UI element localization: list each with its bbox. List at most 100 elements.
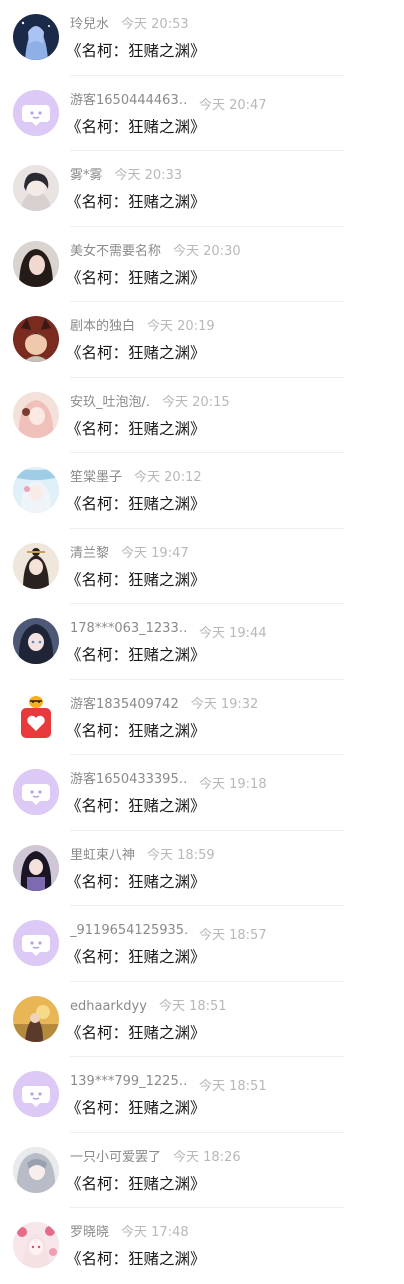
comment-text: 《名柯：狂赌之渊》: [66, 797, 206, 815]
timestamp: 今天 20:47: [199, 97, 267, 113]
username[interactable]: 清兰黎: [70, 546, 109, 562]
comment-text: 《名柯：狂赌之渊》: [66, 1250, 206, 1268]
username[interactable]: 游客1835409742: [70, 697, 179, 713]
username[interactable]: 雾*雾: [70, 168, 103, 184]
timestamp: 今天 17:48: [121, 1225, 189, 1240]
username[interactable]: 178***063_1233…: [70, 621, 187, 637]
comment-text: 《名柯：狂赌之渊》: [66, 721, 206, 740]
comment-row[interactable]: 一只小可爱罢了 今天 18:26 《名柯：狂赌之渊》: [0, 1133, 404, 1208]
dark-hair-anime-avatar[interactable]: [13, 618, 59, 664]
timestamp: 今天 18:51: [199, 1079, 267, 1094]
comment-meta: 清兰黎 今天 19:47: [70, 546, 394, 562]
comment-text: 《名柯：狂赌之渊》: [66, 268, 206, 287]
comment-row[interactable]: 笙棠墨子 今天 20:12 《名柯：狂赌之渊》: [0, 453, 404, 529]
username[interactable]: _9119654125935…: [70, 923, 187, 939]
flower-girl-avatar[interactable]: [13, 1222, 59, 1268]
timestamp: 今天 19:47: [121, 545, 189, 561]
comment-row[interactable]: 178***063_1233… 今天 19:44 《名柯：狂赌之渊》: [0, 604, 404, 680]
timestamp: 今天 18:26: [173, 1149, 241, 1165]
timestamp: 今天 19:18: [199, 777, 267, 792]
timestamp: 今天 20:15: [162, 394, 230, 410]
timestamp: 今天 20:53: [121, 17, 189, 32]
guest-chat-bubble-avatar[interactable]: [13, 1071, 59, 1117]
comment-row[interactable]: 美女不需要名称 今天 20:30 《名柯：狂赌之渊》: [0, 227, 404, 302]
comment-meta: 一只小可爱罢了 今天 18:26: [70, 1150, 394, 1166]
username[interactable]: 139***799_1225…: [70, 1074, 187, 1090]
comment-meta: 游客1835409742 今天 19:32: [70, 697, 394, 713]
username[interactable]: 游客1650444463…: [70, 93, 187, 109]
timestamp: 今天 20:12: [134, 470, 202, 485]
comment-text: 《名柯：狂赌之渊》: [66, 419, 206, 438]
timestamp: 今天 20:30: [173, 243, 241, 259]
username[interactable]: 里虹束八神: [70, 848, 135, 864]
comment-text: 《名柯：狂赌之渊》: [66, 948, 206, 966]
anime-girl-blue-avatar[interactable]: [13, 14, 59, 60]
comment-row[interactable]: _9119654125935… 今天 18:57 《名柯：狂赌之渊》: [0, 906, 404, 982]
username[interactable]: edhaarkdyy: [70, 999, 147, 1015]
username[interactable]: 一只小可爱罢了: [70, 1150, 161, 1166]
comment-meta: 178***063_1233… 今天 19:44: [70, 621, 394, 642]
ancient-style-girl-avatar[interactable]: [13, 542, 59, 589]
timestamp: 今天 18:57: [199, 928, 267, 943]
comment-meta: 玲兒水 今天 20:53: [70, 17, 394, 33]
girl-photo-avatar[interactable]: [13, 240, 59, 287]
comment-meta: _9119654125935… 今天 18:57: [70, 923, 394, 944]
comment-meta: 安玖_吐泡泡/. 今天 20:15: [70, 395, 394, 411]
comment-row[interactable]: 里虹束八神 今天 18:59 《名柯：狂赌之渊》: [0, 831, 404, 906]
guest-chat-bubble-avatar[interactable]: [13, 769, 59, 815]
bee-heart-avatar[interactable]: [13, 694, 59, 740]
comment-text: 《名柯：狂赌之渊》: [66, 1174, 206, 1193]
comment-meta: 雾*雾 今天 20:33: [70, 168, 394, 184]
comment-text: 《名柯：狂赌之渊》: [66, 42, 206, 60]
guest-chat-bubble-avatar[interactable]: [13, 920, 59, 966]
username[interactable]: 安玖_吐泡泡/.: [70, 395, 150, 411]
timestamp: 今天 19:32: [190, 696, 259, 712]
timestamp: 今天 20:19: [147, 319, 215, 334]
username[interactable]: 玲兒水: [70, 17, 109, 33]
anime-boy-avatar[interactable]: [13, 165, 59, 211]
sunset-girl-avatar[interactable]: [13, 995, 59, 1042]
username[interactable]: 笙棠墨子: [70, 470, 122, 486]
comment-row[interactable]: 安玖_吐泡泡/. 今天 20:15 《名柯：狂赌之渊》: [0, 378, 404, 453]
timestamp: 今天 19:44: [199, 626, 267, 641]
comment-row[interactable]: 玲兒水 今天 20:53 《名柯：狂赌之渊》: [0, 0, 404, 76]
comment-row[interactable]: 游客1835409742 今天 19:32 《名柯：狂赌之渊》: [0, 680, 404, 755]
guest-chat-bubble-avatar[interactable]: [13, 89, 59, 136]
comment-text: 《名柯：狂赌之渊》: [66, 117, 206, 136]
comment-row[interactable]: 139***799_1225… 今天 18:51 《名柯：狂赌之渊》: [0, 1057, 404, 1133]
username[interactable]: 剧本的独白: [70, 319, 135, 335]
comment-meta: 139***799_1225… 今天 18:51: [70, 1074, 394, 1095]
white-hair-girl-avatar[interactable]: [13, 467, 59, 513]
comment-meta: 里虹束八神 今天 18:59: [70, 848, 394, 864]
comment-text: 《名柯：狂赌之渊》: [66, 1099, 206, 1117]
comment-text: 《名柯：狂赌之渊》: [66, 872, 206, 891]
comment-row[interactable]: 游客1650433395… 今天 19:18 《名柯：狂赌之渊》: [0, 755, 404, 831]
pink-hair-avatar[interactable]: [13, 391, 59, 438]
comment-text: 《名柯：狂赌之渊》: [66, 344, 206, 362]
cat-ears-avatar[interactable]: [13, 316, 59, 362]
username[interactable]: 罗晓晓: [70, 1225, 109, 1241]
comment-row[interactable]: 雾*雾 今天 20:33 《名柯：狂赌之渊》: [0, 151, 404, 227]
comment-meta: edhaarkdyy 今天 18:51: [70, 999, 394, 1015]
comment-meta: 美女不需要名称 今天 20:30: [70, 244, 394, 260]
comment-meta: 剧本的独白 今天 20:19: [70, 319, 394, 335]
comment-row[interactable]: edhaarkdyy 今天 18:51 《名柯：狂赌之渊》: [0, 982, 404, 1057]
long-hair-girl-avatar[interactable]: [13, 844, 59, 891]
comment-list: 玲兒水 今天 20:53 《名柯：狂赌之渊》 游客1650444463… 今天 20:4…: [0, 0, 404, 1284]
gray-hair-avatar[interactable]: [13, 1146, 59, 1193]
comment-text: 《名柯：狂赌之渊》: [66, 1023, 206, 1042]
username[interactable]: 美女不需要名称: [70, 244, 161, 260]
comment-meta: 罗晓晓 今天 17:48: [70, 1225, 394, 1241]
comment-meta: 笙棠墨子 今天 20:12: [70, 470, 394, 486]
comment-row[interactable]: 游客1650444463… 今天 20:47 《名柯：狂赌之渊》: [0, 76, 404, 151]
comment-row[interactable]: 罗晓晓 今天 17:48 《名柯：狂赌之渊》: [0, 1208, 404, 1284]
comment-text: 《名柯：狂赌之渊》: [66, 646, 206, 664]
comment-row[interactable]: 清兰黎 今天 19:47 《名柯：狂赌之渊》: [0, 529, 404, 604]
username[interactable]: 游客1650433395…: [70, 772, 187, 788]
comment-meta: 游客1650433395… 今天 19:18: [70, 772, 394, 793]
comment-row[interactable]: 剧本的独白 今天 20:19 《名柯：狂赌之渊》: [0, 302, 404, 378]
comment-text: 《名柯：狂赌之渊》: [66, 570, 206, 589]
timestamp: 今天 18:59: [147, 847, 215, 863]
timestamp: 今天 20:33: [114, 168, 183, 183]
comment-text: 《名柯：狂赌之渊》: [66, 495, 206, 513]
